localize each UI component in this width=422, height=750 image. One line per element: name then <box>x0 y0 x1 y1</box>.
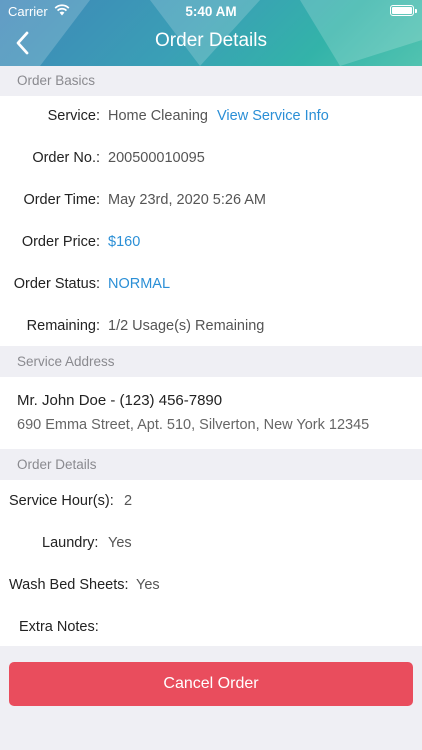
order-no-value: 200500010095 <box>108 150 205 166</box>
service-hours-row: Service Hour(s): 2 <box>0 480 422 522</box>
status-bar: Carrier 5:40 AM <box>0 0 422 22</box>
order-details-header: Order Details <box>0 450 422 480</box>
order-time-row: Order Time: May 23rd, 2020 5:26 AM <box>0 180 422 222</box>
laundry-row: Laundry: Yes <box>0 522 422 564</box>
order-no-label: Order No.: <box>32 150 100 166</box>
service-hours-value: 2 <box>124 493 133 509</box>
order-price-value: $160 <box>108 234 141 250</box>
nav-header: Carrier 5:40 AM Order Details <box>0 0 422 66</box>
laundry-label: Laundry: <box>42 535 99 551</box>
service-address-header: Service Address <box>0 347 422 377</box>
service-label: Service: <box>47 108 100 124</box>
wash-bed-sheets-label: Wash Bed Sheets: <box>9 577 129 593</box>
status-time: 5:40 AM <box>185 4 237 19</box>
address-line: 690 Emma Street, Apt. 510, Silverton, Ne… <box>17 417 370 433</box>
remaining-value: 1/2 Usage(s) Remaining <box>108 318 265 334</box>
page-title: Order Details <box>155 30 267 51</box>
order-time-value: May 23rd, 2020 5:26 AM <box>108 192 266 208</box>
extra-notes-label: Extra Notes: <box>19 619 99 635</box>
battery-icon <box>390 5 417 16</box>
order-price-label: Order Price: <box>21 234 100 250</box>
cancel-order-button[interactable]: Cancel Order <box>9 662 413 706</box>
remaining-label: Remaining: <box>26 318 100 334</box>
service-address-section: Mr. John Doe - (123) 456-7890 690 Emma S… <box>0 377 422 449</box>
service-hours-label: Service Hour(s): <box>9 493 114 509</box>
order-basics-section: Service: Home Cleaning View Service Info… <box>0 96 422 346</box>
service-value: Home Cleaning <box>108 108 208 124</box>
laundry-value: Yes <box>108 535 132 551</box>
extra-notes-row: Extra Notes: <box>0 606 422 648</box>
order-status-label: Order Status: <box>13 276 100 292</box>
order-status-row: Order Status: NORMAL <box>0 264 422 306</box>
service-row: Service: Home Cleaning View Service Info <box>0 96 422 138</box>
order-price-row: Order Price: $160 <box>0 222 422 264</box>
view-service-info-link[interactable]: View Service Info <box>217 108 329 124</box>
wash-bed-sheets-row: Wash Bed Sheets: Yes <box>0 564 422 606</box>
address-contact: Mr. John Doe - (123) 456-7890 <box>17 392 223 409</box>
remaining-row: Remaining: 1/2 Usage(s) Remaining <box>0 306 422 348</box>
order-no-row: Order No.: 200500010095 <box>0 138 422 180</box>
order-basics-header: Order Basics <box>0 66 422 96</box>
order-status-value: NORMAL <box>108 276 171 292</box>
order-time-label: Order Time: <box>23 192 100 208</box>
order-details-section: Service Hour(s): 2 Laundry: Yes Wash Bed… <box>0 480 422 646</box>
wash-bed-sheets-value: Yes <box>136 577 160 593</box>
